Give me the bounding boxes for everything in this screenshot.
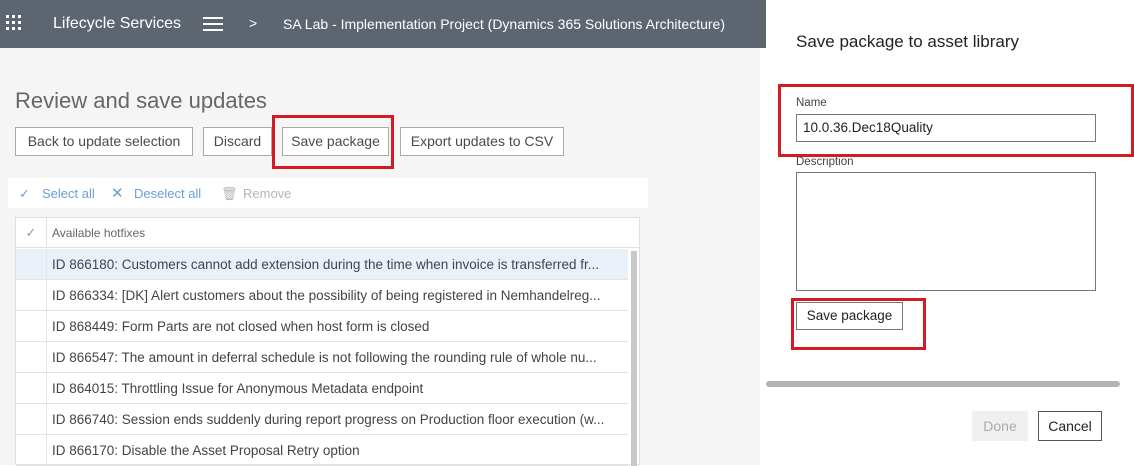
table-row[interactable]: ID 866334: [DK] Alert customers about th…	[16, 280, 628, 311]
table-row[interactable]: ID 866547: The amount in deferral schedu…	[16, 342, 628, 373]
row-checkbox[interactable]	[16, 435, 47, 465]
checkmark-icon: ✓	[19, 186, 30, 201]
select-all-checkbox[interactable]: ✓	[16, 218, 47, 248]
hamburger-menu-icon[interactable]	[203, 17, 223, 31]
dialog-horizontal-scrollbar[interactable]	[766, 381, 1120, 387]
row-checkbox[interactable]	[16, 280, 47, 310]
cancel-button[interactable]: Cancel	[1038, 411, 1102, 441]
discard-button[interactable]: Discard	[203, 127, 272, 156]
app-launcher-icon[interactable]	[6, 15, 22, 31]
hotfix-cell: ID 864015: Throttling Issue for Anonymou…	[52, 381, 424, 396]
table-row[interactable]: ID 864015: Throttling Issue for Anonymou…	[16, 373, 628, 404]
export-updates-csv-button[interactable]: Export updates to CSV	[400, 127, 564, 156]
deselect-all-button[interactable]: Deselect all	[134, 186, 201, 201]
table-row[interactable]: ID 866740: Session ends suddenly during …	[16, 404, 628, 435]
hotfix-cell: ID 866334: [DK] Alert customers about th…	[52, 288, 601, 303]
column-header-hotfixes[interactable]: Available hotfixes	[52, 226, 145, 240]
highlight-box-dialog-save	[791, 298, 926, 350]
page-title: Review and save updates	[15, 88, 267, 113]
select-all-button[interactable]: Select all	[42, 186, 95, 201]
row-checkbox[interactable]	[16, 249, 47, 279]
trash-icon: 🗑	[221, 186, 238, 201]
description-textarea[interactable]	[796, 172, 1096, 291]
table-row[interactable]: ID 866170: Disable the Asset Proposal Re…	[16, 435, 628, 466]
hotfix-cell: ID 868449: Form Parts are not closed whe…	[52, 319, 430, 334]
close-icon: ✕	[111, 185, 124, 202]
description-label: Description	[796, 156, 854, 168]
project-breadcrumb[interactable]: SA Lab - Implementation Project (Dynamic…	[283, 16, 725, 32]
save-package-dialog: Save package to asset library Name 10.0.…	[766, 0, 1134, 465]
grid-action-bar: ✓ Select all ✕ Deselect all 🗑 Remove	[8, 178, 648, 208]
row-checkbox[interactable]	[16, 404, 47, 434]
table-row[interactable]: ID 868449: Form Parts are not closed whe…	[16, 311, 628, 342]
highlight-box-toolbar-save	[272, 115, 394, 169]
row-checkbox[interactable]	[16, 373, 47, 403]
table-row[interactable]: ID 866180: Customers cannot add extensio…	[16, 249, 628, 280]
row-checkbox[interactable]	[16, 342, 47, 372]
highlight-box-name	[778, 84, 1134, 157]
hotfix-cell: ID 866740: Session ends suddenly during …	[52, 412, 605, 427]
back-to-update-selection-button[interactable]: Back to update selection	[15, 127, 193, 156]
done-button[interactable]: Done	[972, 411, 1028, 441]
hotfix-grid: ✓ Available hotfixes ID 866180: Customer…	[15, 217, 641, 466]
hotfix-cell: ID 866180: Customers cannot add extensio…	[52, 257, 600, 272]
remove-button[interactable]: Remove	[243, 186, 291, 201]
grid-vertical-scrollbar[interactable]	[631, 251, 637, 466]
hotfix-cell: ID 866170: Disable the Asset Proposal Re…	[52, 443, 360, 458]
row-checkbox[interactable]	[16, 311, 47, 341]
breadcrumb-separator: >	[249, 15, 258, 31]
hotfix-cell: ID 866547: The amount in deferral schedu…	[52, 350, 597, 365]
grid-header: ✓ Available hotfixes	[16, 218, 641, 248]
dialog-title: Save package to asset library	[796, 32, 1020, 51]
app-title[interactable]: Lifecycle Services	[53, 15, 181, 33]
